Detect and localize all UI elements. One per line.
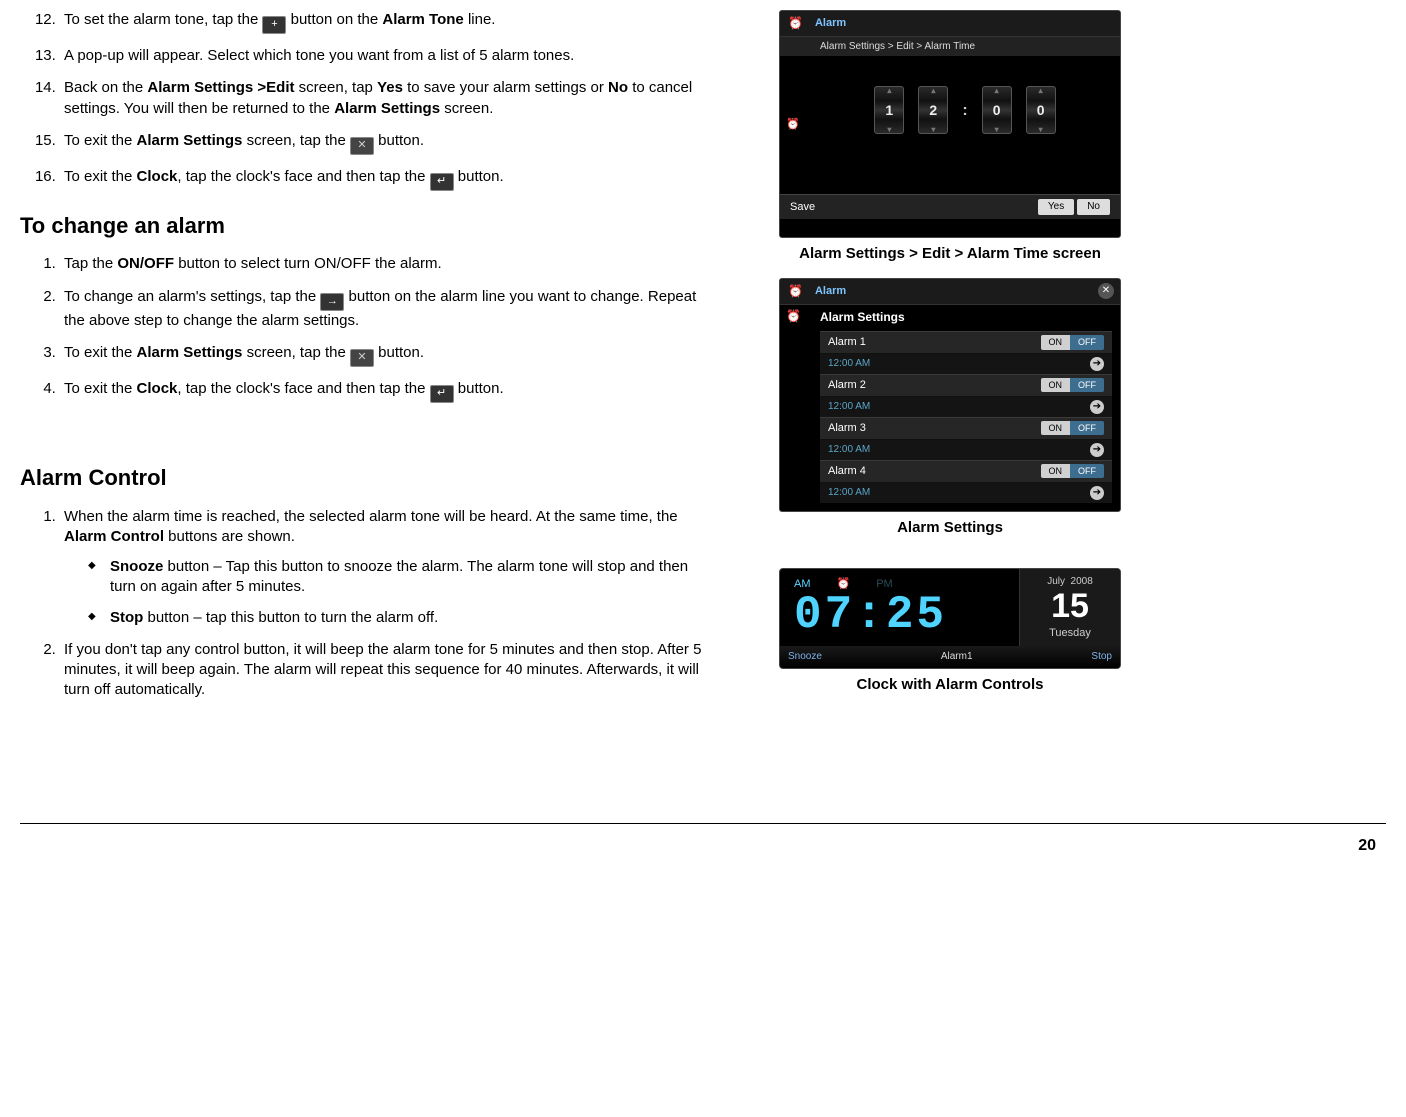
- alarm-clock-icon: [788, 283, 807, 300]
- arrow-right-icon[interactable]: ➔: [1090, 357, 1104, 371]
- change-step-3: To exit the Alarm Settings screen, tap t…: [60, 343, 710, 367]
- change-step-2: To change an alarm's settings, tap the b…: [60, 287, 710, 331]
- alarm-time: 12:00 AM: [828, 400, 870, 414]
- alarm-clock-icon: [788, 15, 807, 32]
- close-icon: [350, 137, 374, 155]
- figure3-caption: Clock with Alarm Controls: [770, 675, 1130, 695]
- step-14: Back on the Alarm Settings >Edit screen,…: [60, 78, 710, 119]
- clock-dow: Tuesday: [1024, 626, 1116, 641]
- figure-clock-alarm-controls: AM ⏰ PM 07:25 July 2008 15 Tuesday Snooz…: [779, 568, 1121, 669]
- stop-bullet: Stop button – tap this button to turn th…: [88, 608, 710, 628]
- step-15: To exit the Alarm Settings screen, tap t…: [60, 131, 710, 155]
- alarm-side-icon: ⏰: [786, 308, 801, 324]
- alarm-name: Alarm 1: [828, 335, 866, 350]
- snooze-bullet: Snooze button – Tap this button to snooz…: [88, 557, 710, 598]
- save-label: Save: [790, 200, 815, 215]
- figure1-caption: Alarm Settings > Edit > Alarm Time scree…: [770, 244, 1130, 264]
- alarm-time: 12:00 AM: [828, 486, 870, 500]
- heading-change-alarm: To change an alarm: [20, 211, 710, 241]
- time-picker[interactable]: 1 2 : 0 0: [818, 86, 1112, 134]
- change-step-1: Tap the ON/OFF button to select turn ON/…: [60, 254, 710, 274]
- return-icon: [430, 173, 454, 191]
- alarm-row: Alarm 4 ONOFF: [820, 460, 1112, 483]
- alarm-time-row[interactable]: 12:00 AM ➔: [820, 397, 1112, 417]
- alarm-control-steps: When the alarm time is reached, the sele…: [20, 507, 710, 701]
- alarm-row: Alarm 2 ONOFF: [820, 374, 1112, 397]
- alarm-label: Alarm1: [941, 650, 973, 664]
- change-step-4: To exit the Clock, tap the clock's face …: [60, 379, 710, 403]
- on-off-toggle[interactable]: ONOFF: [1041, 335, 1105, 349]
- on-off-toggle[interactable]: ONOFF: [1041, 378, 1105, 392]
- arrow-right-icon[interactable]: ➔: [1090, 486, 1104, 500]
- page-number: 20: [20, 831, 1386, 857]
- clock-time: 07:25: [794, 592, 1009, 638]
- arrow-right-icon[interactable]: ➔: [1090, 443, 1104, 457]
- plus-icon: [262, 16, 286, 34]
- close-icon[interactable]: ✕: [1098, 283, 1114, 299]
- close-icon: [350, 349, 374, 367]
- hour-ones-wheel[interactable]: 2: [918, 86, 948, 134]
- alarm-side-icon: ⏰: [786, 118, 800, 133]
- alarm-row: Alarm 1 ONOFF: [820, 331, 1112, 354]
- alarm-time-row[interactable]: 12:00 AM ➔: [820, 354, 1112, 374]
- arrow-right-icon[interactable]: ➔: [1090, 400, 1104, 414]
- footer-rule: [20, 823, 1386, 824]
- control-step-1: When the alarm time is reached, the sele…: [60, 507, 710, 628]
- figure-alarm-time-screen: Alarm Alarm Settings > Edit > Alarm Time…: [779, 10, 1121, 238]
- step-12: To set the alarm tone, tap the button on…: [60, 10, 710, 34]
- figure-alarm-settings: Alarm ✕ ⏰Alarm Settings Alarm 1ONOFF12:0…: [779, 278, 1121, 511]
- no-button[interactable]: No: [1077, 199, 1110, 215]
- breadcrumb: Alarm Settings > Edit > Alarm Time: [780, 37, 1120, 57]
- min-ones-wheel[interactable]: 0: [1026, 86, 1056, 134]
- alarm-time-row[interactable]: 12:00 AM ➔: [820, 483, 1112, 503]
- step-13: A pop-up will appear. Select which tone …: [60, 46, 710, 66]
- hour-tens-wheel[interactable]: 1: [874, 86, 904, 134]
- return-icon: [430, 385, 454, 403]
- on-off-toggle[interactable]: ONOFF: [1041, 464, 1105, 478]
- steps-continued: To set the alarm tone, tap the button on…: [20, 10, 710, 191]
- figure2-caption: Alarm Settings: [770, 518, 1130, 538]
- on-off-toggle[interactable]: ONOFF: [1041, 421, 1105, 435]
- alarm-name: Alarm 3: [828, 421, 866, 436]
- clock-day: 15: [1024, 588, 1116, 625]
- change-alarm-steps: Tap the ON/OFF button to select turn ON/…: [20, 254, 710, 403]
- alarm-time: 12:00 AM: [828, 357, 870, 371]
- alarm-time-row[interactable]: 12:00 AM ➔: [820, 440, 1112, 460]
- stop-button[interactable]: Stop: [1091, 650, 1112, 664]
- min-tens-wheel[interactable]: 0: [982, 86, 1012, 134]
- arrow-right-icon: [320, 293, 344, 311]
- yes-button[interactable]: Yes: [1038, 199, 1074, 215]
- alarm-name: Alarm 2: [828, 378, 866, 393]
- alarm-time: 12:00 AM: [828, 443, 870, 457]
- step-16: To exit the Clock, tap the clock's face …: [60, 167, 710, 191]
- alarm-name: Alarm 4: [828, 464, 866, 479]
- heading-alarm-control: Alarm Control: [20, 463, 710, 493]
- snooze-button[interactable]: Snooze: [788, 650, 822, 664]
- control-step-2: If you don't tap any control button, it …: [60, 640, 710, 701]
- alarm-row: Alarm 3 ONOFF: [820, 417, 1112, 440]
